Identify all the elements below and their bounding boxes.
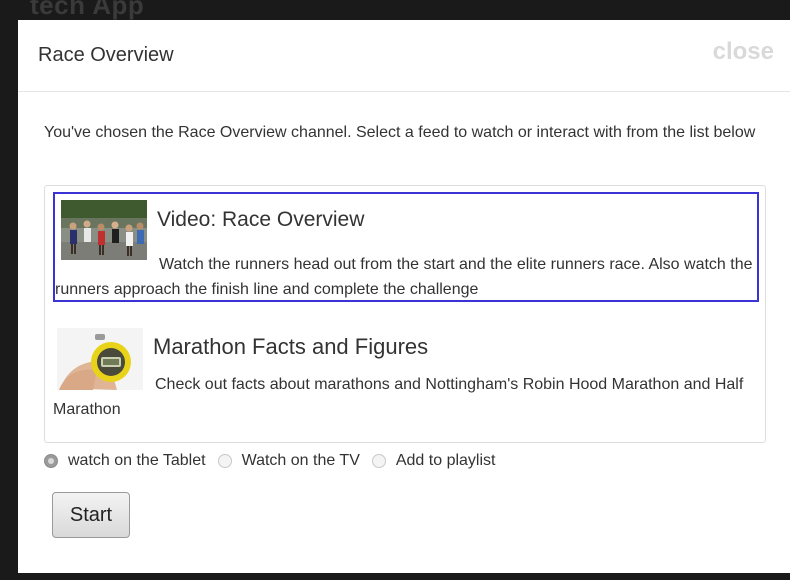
radio-button-checked[interactable] (44, 454, 58, 468)
radio-button[interactable] (217, 454, 232, 468)
dialog-header: Race Overview close (18, 20, 790, 92)
start-button[interactable]: Start (52, 492, 130, 538)
option-label: Add to playlist (395, 452, 496, 469)
feed-item-video-race-overview[interactable]: Video: Race Overview Watch the runners h… (53, 192, 759, 302)
race-overview-dialog: Race Overview close You've chosen the Ra… (18, 20, 790, 573)
feed-list: Video: Race Overview Watch the runners h… (44, 185, 766, 443)
app-title: tech App (30, 0, 145, 20)
app-backdrop-left (0, 0, 18, 580)
radio-button[interactable] (371, 454, 386, 468)
feed-description: Check out facts about marathons and Nott… (53, 376, 744, 418)
option-watch-on-tv[interactable]: Watch on the TV (217, 452, 360, 470)
close-button[interactable]: close (713, 38, 774, 66)
option-watch-on-tablet[interactable]: watch on the Tablet (44, 452, 206, 470)
option-label: Watch on the TV (241, 452, 360, 469)
watch-options: watch on the Tablet Watch on the TV Add … (44, 449, 507, 473)
dialog-title: Race Overview (38, 44, 174, 66)
feed-description: Watch the runners head out from the star… (55, 256, 753, 298)
dialog-intro-text: You've chosen the Race Overview channel.… (44, 124, 756, 141)
feed-title: Marathon Facts and Figures (153, 334, 429, 359)
feed-title: Video: Race Overview (157, 208, 365, 231)
app-backdrop-bottom (0, 573, 790, 580)
feed-item-marathon-facts[interactable]: Marathon Facts and Figures Check out fac… (53, 320, 759, 430)
app-backdrop-header: tech App (0, 0, 790, 20)
runners-photo-icon (61, 200, 147, 260)
option-add-to-playlist[interactable]: Add to playlist (371, 452, 496, 470)
option-label: watch on the Tablet (68, 452, 206, 469)
